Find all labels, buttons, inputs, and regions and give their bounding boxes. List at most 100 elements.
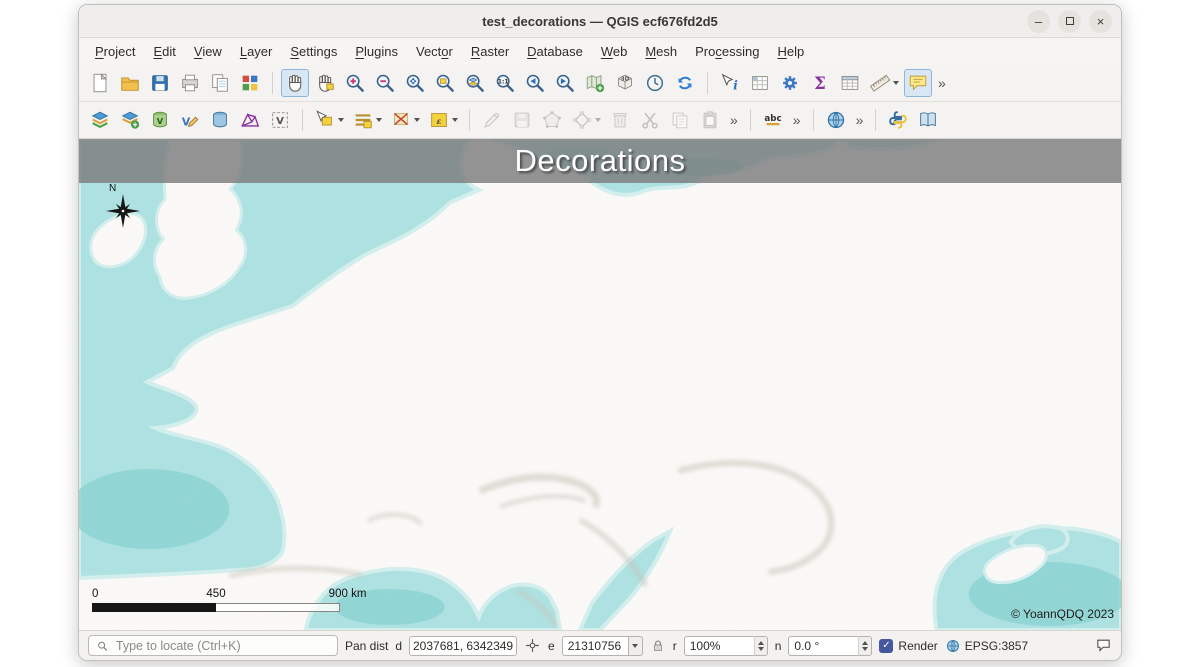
close-button[interactable]: × [1089, 10, 1112, 33]
dropdown-arrow-icon[interactable] [338, 118, 344, 122]
zoom-to-layer-button[interactable] [461, 69, 489, 97]
dropdown-arrow-icon[interactable] [376, 118, 382, 122]
show-layout-manager-button[interactable] [206, 69, 234, 97]
render-checkbox[interactable]: ✓ [879, 639, 893, 653]
toolbar-overflow-button[interactable]: » [726, 109, 742, 131]
paste-features-button[interactable] [696, 106, 724, 134]
zoom-next-button[interactable] [551, 69, 579, 97]
locate-input[interactable] [114, 638, 330, 654]
menu-plugins[interactable]: Plugins [347, 41, 406, 62]
zoom-in-button[interactable] [341, 69, 369, 97]
menu-vector[interactable]: Vector [408, 41, 461, 62]
vertex-tool-button[interactable] [568, 106, 604, 134]
new-3d-map-view-button[interactable]: 3D [611, 69, 639, 97]
dropdown-arrow-icon[interactable] [893, 81, 899, 85]
style-manager-icon [239, 72, 261, 94]
open-project-button[interactable] [116, 69, 144, 97]
new-spatialite-layer-button[interactable] [206, 106, 234, 134]
add-layer-icon [119, 109, 141, 131]
select-by-value-button[interactable] [349, 106, 385, 134]
deselect-features-button[interactable] [387, 106, 423, 134]
layer-labeling-button[interactable]: abc [759, 106, 787, 134]
maximize-button[interactable] [1058, 10, 1081, 33]
select-features-button[interactable] [311, 106, 347, 134]
measure-line-button[interactable] [866, 69, 902, 97]
dropdown-arrow-icon[interactable] [452, 118, 458, 122]
dropdown-arrow-icon[interactable] [414, 118, 420, 122]
menu-web[interactable]: Web [593, 41, 636, 62]
zoom-native-button[interactable]: 1:1 [491, 69, 519, 97]
toolbar-overflow-button[interactable]: » [789, 109, 805, 131]
add-layer-button[interactable] [116, 106, 144, 134]
menu-raster[interactable]: Raster [463, 41, 517, 62]
statistical-summary-button[interactable]: Σ [806, 69, 834, 97]
cut-features-button[interactable] [636, 106, 664, 134]
rotation-value[interactable]: 0.0 ° [788, 636, 858, 656]
menu-mesh[interactable]: Mesh [637, 41, 685, 62]
copy-features-button[interactable] [666, 106, 694, 134]
magnifier-value[interactable]: 100% [684, 636, 754, 656]
python-console-button[interactable] [884, 106, 912, 134]
zoom-last-button[interactable] [521, 69, 549, 97]
menu-settings[interactable]: Settings [282, 41, 345, 62]
menu-help[interactable]: Help [769, 41, 812, 62]
rotation-spinbox[interactable]: 0.0 ° [788, 636, 872, 656]
refresh-map-button[interactable] [671, 69, 699, 97]
new-mesh-layer-button[interactable] [236, 106, 264, 134]
toggle-editing-button[interactable] [478, 106, 506, 134]
render-toggle[interactable]: ✓ Render [879, 639, 937, 653]
zoom-full-button[interactable] [401, 69, 429, 97]
scale-value[interactable]: 21310756 [562, 636, 628, 656]
new-map-view-button[interactable] [581, 69, 609, 97]
new-geopackage-layer-button[interactable]: V [146, 106, 174, 134]
lock-scale-icon[interactable] [650, 638, 666, 654]
minimize-button[interactable]: – [1027, 10, 1050, 33]
menu-layer[interactable]: Layer [232, 41, 281, 62]
crs-button[interactable]: EPSG:3857 [945, 638, 1028, 654]
save-project-button[interactable] [146, 69, 174, 97]
identify-features-button[interactable]: i [716, 69, 744, 97]
menu-database[interactable]: Database [519, 41, 591, 62]
magnifier-spin-buttons[interactable] [754, 636, 768, 656]
help-button[interactable] [914, 106, 942, 134]
new-virtual-layer-button[interactable]: V [266, 106, 294, 134]
scale-dropdown-arrow[interactable] [628, 636, 643, 656]
menu-edit[interactable]: Edit [145, 41, 183, 62]
scale-combo[interactable]: 21310756 [562, 636, 643, 656]
open-attribute-table-button[interactable] [836, 69, 864, 97]
menu-processing[interactable]: Processing [687, 41, 767, 62]
metasearch-button[interactable] [822, 106, 850, 134]
rotation-spin-buttons[interactable] [858, 636, 872, 656]
extents-toggle-icon[interactable] [524, 637, 541, 654]
coordinate-input[interactable]: 2037681, 6342349 [409, 636, 517, 656]
magnifier-spinbox[interactable]: 100% [684, 636, 768, 656]
new-project-button[interactable] [86, 69, 114, 97]
map-tips-button[interactable] [904, 69, 932, 97]
select-by-expression-button[interactable]: ε [425, 106, 461, 134]
locate-box[interactable] [88, 635, 338, 656]
save-layer-edits-button[interactable] [508, 106, 536, 134]
pan-to-selection-button[interactable] [311, 69, 339, 97]
data-source-manager-button[interactable] [86, 106, 114, 134]
map-canvas[interactable]: Decorations N 0 450 900 km © YoannQDQ 20… [79, 139, 1121, 630]
metasearch-icon [825, 109, 847, 131]
cut-features-icon [639, 109, 661, 131]
delete-selected-button[interactable] [606, 106, 634, 134]
zoom-out-button[interactable] [371, 69, 399, 97]
processing-toolbox-button[interactable] [776, 69, 804, 97]
add-feature-button[interactable] [538, 106, 566, 134]
menu-view[interactable]: View [186, 41, 230, 62]
toolbar-overflow-button[interactable]: » [934, 72, 950, 94]
temporal-controller-button[interactable] [641, 69, 669, 97]
new-shapefile-layer-button[interactable]: V [176, 106, 204, 134]
style-manager-button[interactable] [236, 69, 264, 97]
menu-project[interactable]: Project [87, 41, 143, 62]
pan-map-button[interactable] [281, 69, 309, 97]
zoom-to-selection-button[interactable] [431, 69, 459, 97]
titlebar[interactable]: test_decorations — QGIS ecf676fd2d5 – × [79, 5, 1121, 38]
messages-icon[interactable] [1095, 637, 1112, 654]
open-field-calculator-button[interactable] [746, 69, 774, 97]
new-print-layout-button[interactable] [176, 69, 204, 97]
toolbar-overflow-button[interactable]: » [852, 109, 868, 131]
dropdown-arrow-icon[interactable] [595, 118, 601, 122]
